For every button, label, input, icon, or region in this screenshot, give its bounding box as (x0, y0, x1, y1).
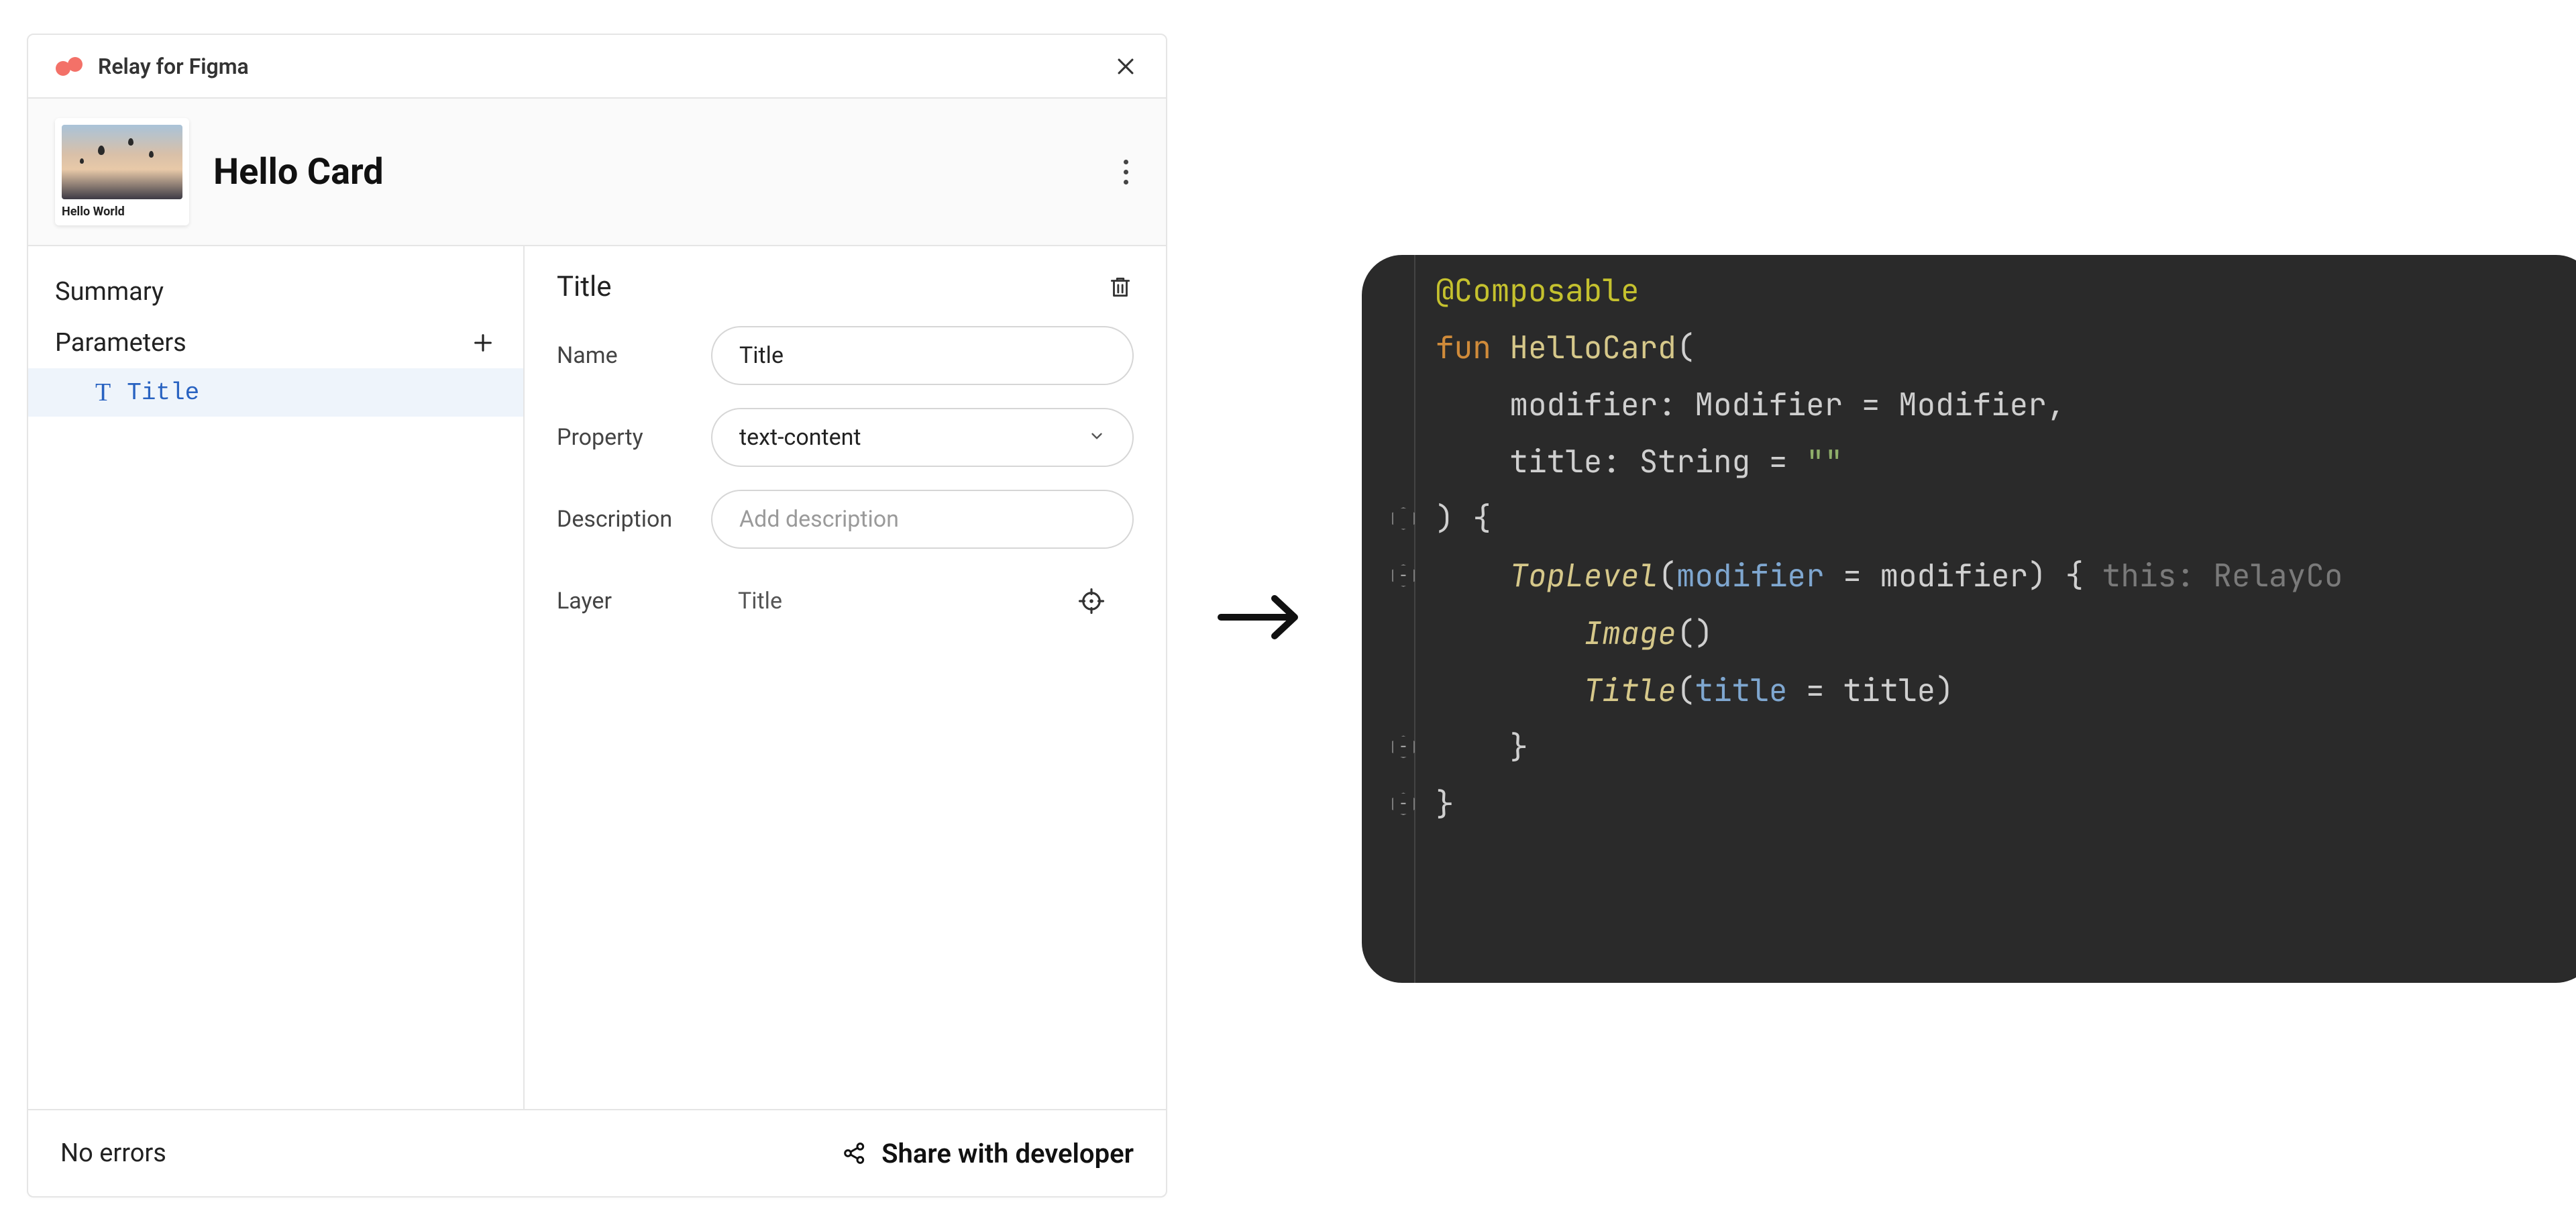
locate-layer-button[interactable] (1076, 586, 1107, 617)
sidebar-summary[interactable]: Summary (28, 266, 523, 317)
app-title: Relay for Figma (98, 54, 249, 79)
fold-marker-icon[interactable]: − (1392, 792, 1415, 815)
trash-icon (1108, 274, 1133, 300)
field-row-description: Description Add description (557, 490, 1134, 549)
field-row-name: Name Title (557, 326, 1134, 385)
chevron-down-icon (1088, 424, 1106, 451)
fold-marker-icon[interactable]: − (1392, 735, 1415, 758)
thumbnail-image (62, 125, 182, 199)
panel-footer: No errors Share with developer (28, 1109, 1166, 1196)
detail-header: Title (557, 270, 1134, 303)
field-label-name: Name (557, 342, 698, 369)
share-label: Share with developer (881, 1138, 1134, 1169)
code-snippet: − − − @Composable fun HelloCard( modifier:… (1362, 255, 2576, 983)
detail-pane: Title Name Title Property (525, 246, 1166, 1109)
field-label-property: Property (557, 424, 698, 451)
share-with-developer-button[interactable]: Share with developer (841, 1138, 1134, 1169)
sidebar: Summary Parameters T Title (28, 246, 525, 1109)
property-value: text-content (739, 424, 861, 451)
component-name: Hello Card (213, 151, 384, 193)
field-row-layer: Layer Title (557, 572, 1134, 631)
parameter-list: T Title (28, 368, 523, 417)
close-icon (1114, 55, 1137, 78)
close-button[interactable] (1112, 53, 1139, 80)
field-label-description: Description (557, 506, 698, 533)
field-label-layer: Layer (557, 588, 698, 615)
add-parameter-button[interactable] (470, 329, 496, 356)
property-select[interactable]: text-content (711, 408, 1134, 467)
layer-value-row: Title (711, 572, 1134, 631)
parameter-item-label: Title (127, 379, 199, 407)
plus-icon (472, 331, 494, 354)
field-row-property: Property text-content (557, 408, 1134, 467)
layer-value: Title (738, 588, 782, 615)
status-text: No errors (60, 1138, 166, 1168)
parameter-item-title[interactable]: T Title (28, 368, 523, 417)
delete-parameter-button[interactable] (1107, 274, 1134, 301)
fold-marker-icon[interactable] (1392, 507, 1415, 530)
relay-logo-icon (55, 56, 85, 76)
code-gutter: − − − (1362, 255, 1415, 983)
code-content: @Composable fun HelloCard( modifier: Mod… (1436, 262, 2576, 833)
component-menu-button[interactable] (1112, 158, 1139, 185)
arrow-right-icon (1214, 584, 1315, 653)
thumbnail-caption: Hello World (62, 199, 182, 219)
fold-marker-icon[interactable]: − (1392, 564, 1415, 587)
name-input[interactable]: Title (711, 326, 1134, 385)
target-icon (1077, 587, 1106, 615)
share-icon (841, 1140, 868, 1167)
component-header: Hello World Hello Card (28, 99, 1166, 246)
kebab-icon (1124, 160, 1128, 184)
panel-titlebar: Relay for Figma (28, 35, 1166, 99)
relay-panel: Relay for Figma Hello World Hello Card (27, 34, 1167, 1198)
component-thumbnail: Hello World (55, 118, 189, 225)
detail-title: Title (557, 270, 612, 303)
name-input-value: Title (739, 342, 784, 369)
panel-body: Summary Parameters T Title (28, 246, 1166, 1109)
sidebar-parameters-row: Parameters (28, 317, 523, 368)
text-type-icon: T (95, 378, 111, 407)
sidebar-parameters-label: Parameters (55, 328, 186, 358)
description-placeholder: Add description (739, 506, 899, 533)
description-input[interactable]: Add description (711, 490, 1134, 549)
